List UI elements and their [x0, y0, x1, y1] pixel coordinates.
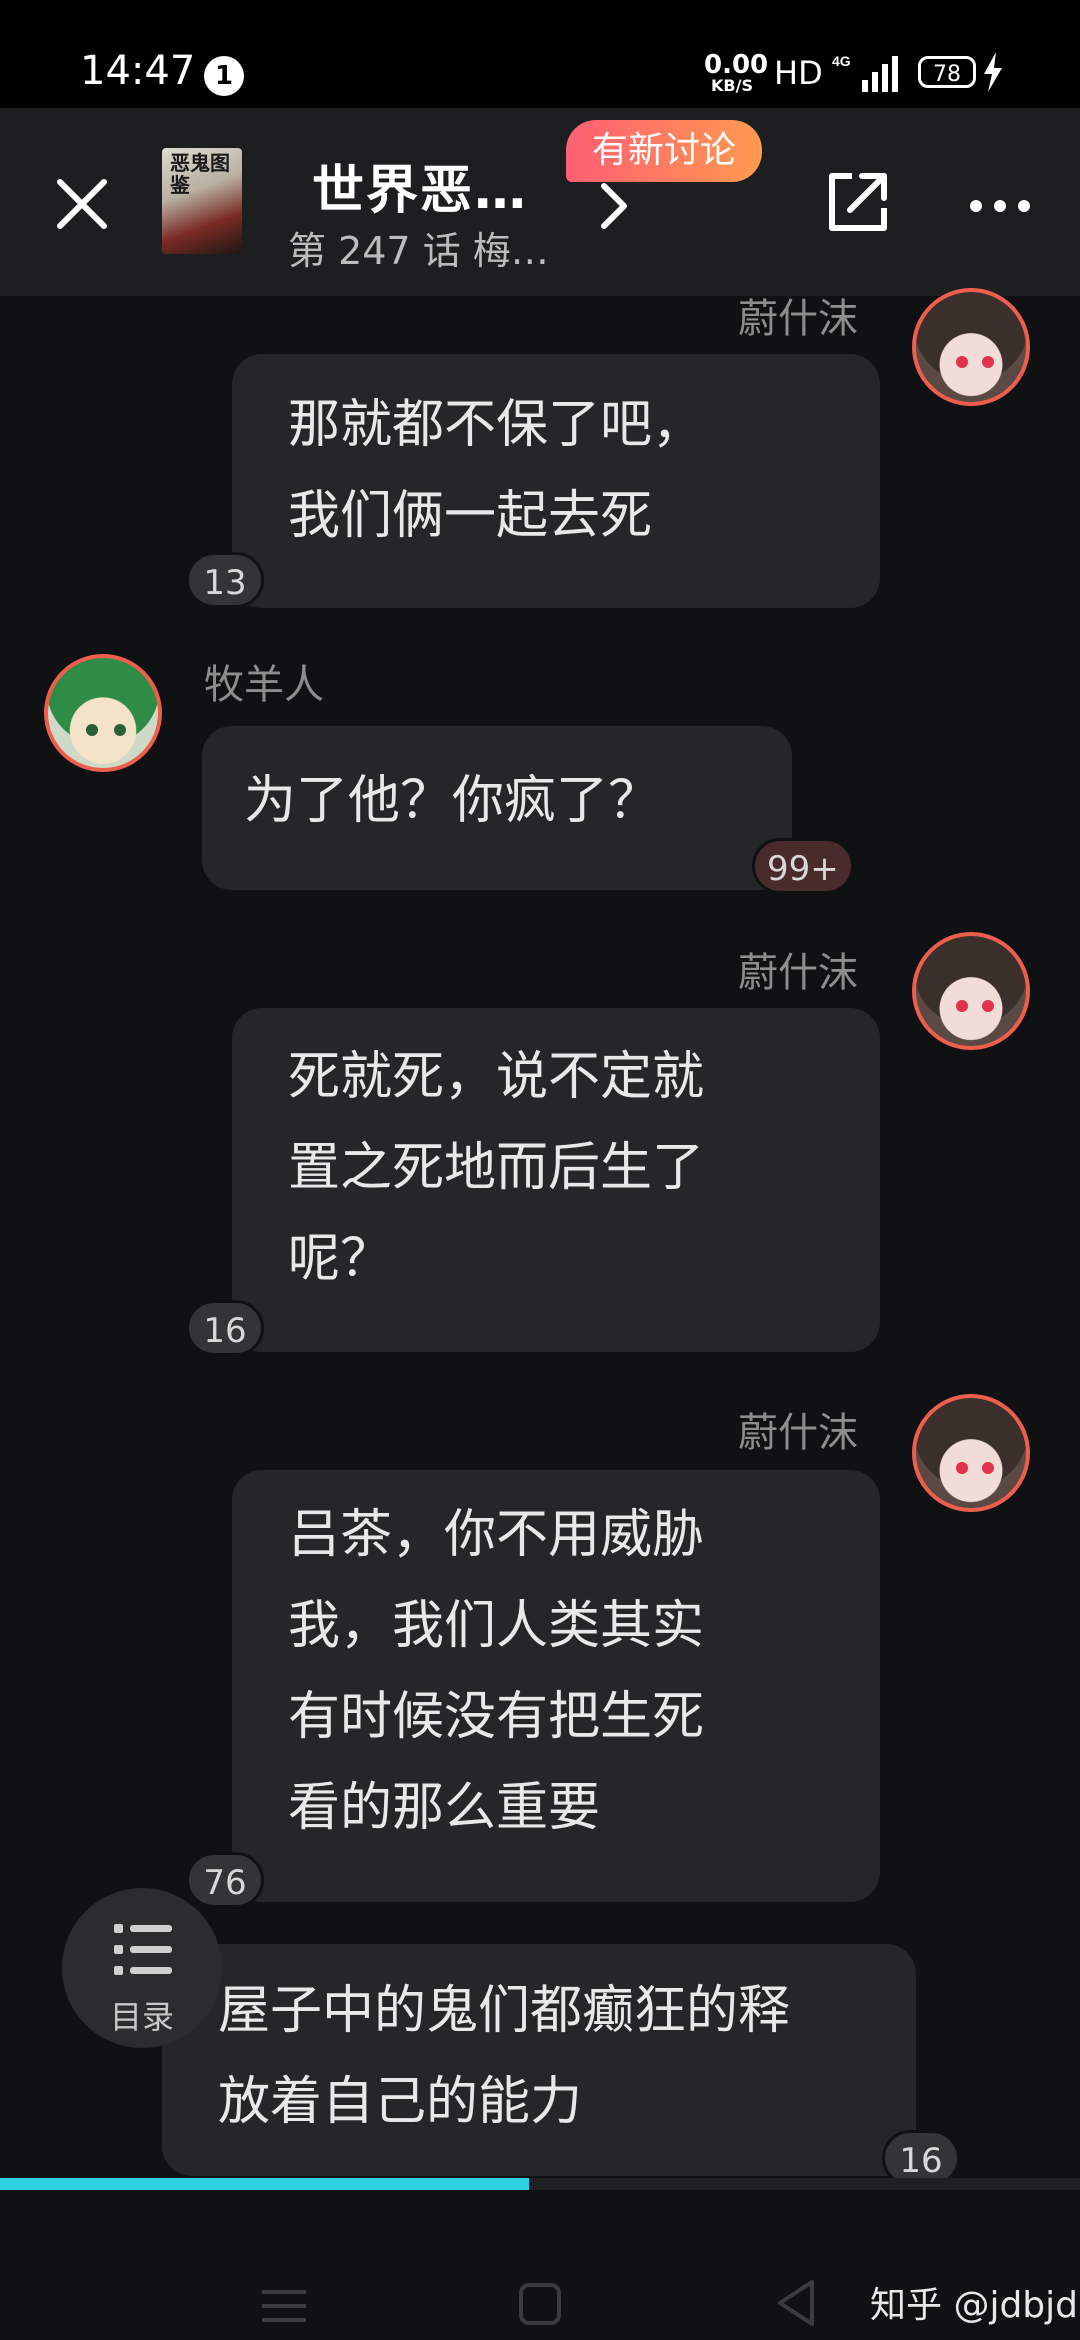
notification-badge: 1 [204, 56, 244, 96]
comment-count-badge[interactable]: 16 [186, 1300, 264, 1356]
table-of-contents-button[interactable]: 目录 [62, 1888, 222, 2048]
network-speed: 0.00 KB/S [704, 50, 769, 95]
new-discussion-badge[interactable]: 有新讨论 [566, 120, 762, 182]
speaker-name: 牧羊人 [204, 662, 324, 708]
speaker-avatar[interactable] [912, 1394, 1030, 1512]
network-speed-value: 0.00 [704, 50, 769, 80]
reading-progress-fill [0, 2178, 530, 2190]
message-text: 为了他？你疯了？ [244, 771, 661, 831]
comment-count-badge[interactable]: 13 [186, 552, 264, 608]
chapter-title[interactable]: 第 247 话 梅… [288, 220, 549, 275]
hd-indicator: HD [774, 54, 823, 92]
comic-cover-image[interactable]: 恶鬼图鉴 [162, 148, 242, 254]
comment-count-badge[interactable]: 99+ [752, 838, 854, 894]
message-text: 那就都不保了吧， 我们俩一起去死 [288, 395, 705, 546]
message-bubble[interactable]: 那就都不保了吧， 我们俩一起去死 [232, 354, 880, 608]
home-icon[interactable] [518, 2282, 562, 2326]
cover-title: 恶鬼图鉴 [170, 151, 230, 197]
message-text: 死就死，说不定就 置之死地而后生了 呢？ [288, 1047, 705, 1289]
more-options-icon[interactable] [968, 198, 1032, 214]
speaker-name: 蔚什沫 [738, 296, 858, 342]
comment-count-badge[interactable]: 76 [186, 1852, 264, 1908]
battery-icon: 78 [918, 56, 976, 88]
speaker-name: 蔚什沫 [738, 950, 858, 996]
network-type-label: 4G [832, 53, 851, 69]
speaker-name: 蔚什沫 [738, 1410, 858, 1456]
watermark: 知乎 @jdbjd [870, 2285, 1079, 2326]
charging-icon [984, 52, 1002, 92]
status-time: 14:47 [80, 48, 196, 94]
status-bar: 14:47 1 0.00 KB/S HD 4G 78 [0, 0, 1080, 108]
message-text: 吕茶，你不用威胁 我，我们人类其实 有时候没有把生死 看的那么重要 [288, 1505, 705, 1838]
table-of-contents-label: 目录 [109, 1998, 174, 2036]
share-icon[interactable] [824, 168, 892, 236]
speaker-avatar[interactable] [912, 932, 1030, 1050]
message-text: 屋子中的鬼们都癫狂的释 放着自己的能力 [218, 1981, 791, 2132]
comic-title[interactable]: 世界恶… [312, 148, 528, 223]
speaker-avatar[interactable] [912, 288, 1030, 406]
message-bubble[interactable]: 死就死，说不定就 置之死地而后生了 呢？ [232, 1008, 880, 1352]
network-speed-unit: KB/S [711, 76, 753, 95]
list-icon [114, 1924, 172, 1975]
chevron-right-icon[interactable] [594, 178, 634, 234]
signal-icon: 4G [832, 53, 898, 92]
top-app-bar: 恶鬼图鉴 世界恶… 第 247 话 梅… 有新讨论 [0, 108, 1080, 296]
close-icon[interactable] [50, 172, 114, 236]
reading-progress-bar [0, 2178, 1080, 2190]
system-navigation-bar: 知乎 @jdbjd [0, 2190, 1080, 2340]
speaker-avatar[interactable] [44, 654, 162, 772]
recent-apps-icon[interactable] [262, 2286, 306, 2326]
message-bubble[interactable]: 为了他？你疯了？ [202, 726, 792, 890]
narration-bubble[interactable]: 屋子中的鬼们都癫狂的释 放着自己的能力 [162, 1944, 916, 2176]
back-icon[interactable] [776, 2278, 816, 2328]
message-bubble[interactable]: 吕茶，你不用威胁 我，我们人类其实 有时候没有把生死 看的那么重要 [232, 1470, 880, 1902]
